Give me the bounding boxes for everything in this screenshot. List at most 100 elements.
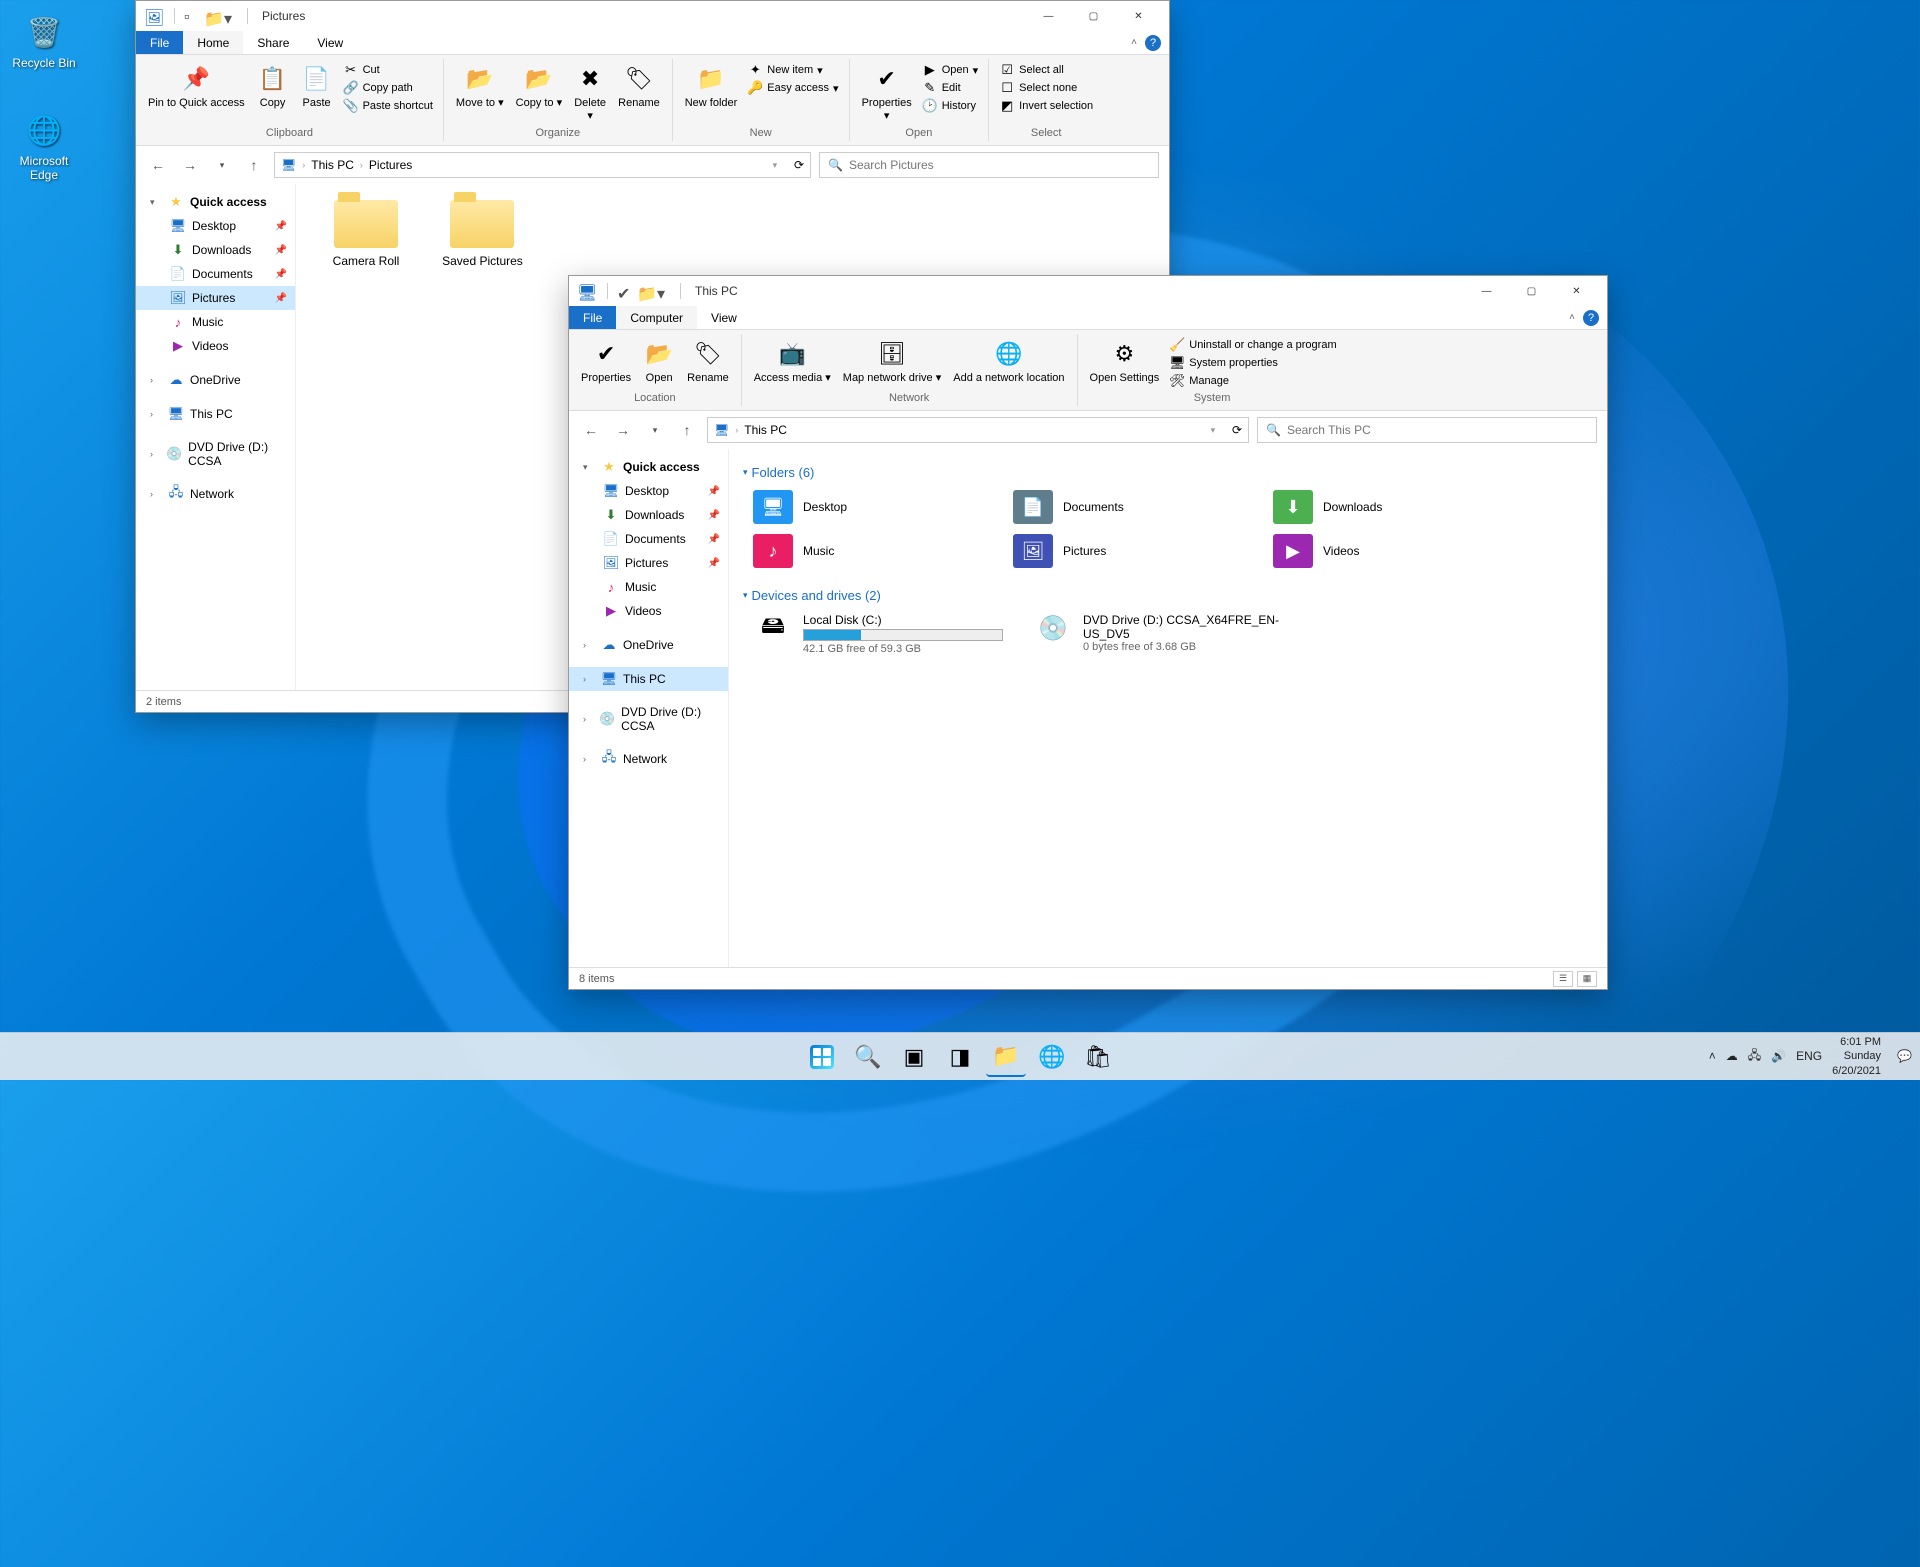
folder-saved-pictures[interactable]: Saved Pictures (432, 200, 532, 268)
properties-button[interactable]: ✔Properties (575, 336, 637, 387)
forward-button[interactable]: → (611, 418, 635, 442)
section-folders-header[interactable]: ▾Folders (6) (743, 459, 1593, 486)
desktop-icon-edge[interactable]: 🌐 Microsoft Edge (6, 106, 82, 182)
refresh-button[interactable]: ⟳ (1232, 423, 1242, 437)
nav-network[interactable]: ›🖧Network (569, 747, 728, 771)
qa-folder-icon[interactable]: 📁 (204, 9, 218, 23)
clock[interactable]: 6:01 PM Sunday 6/20/2021 (1832, 1035, 1887, 1078)
qa-save-icon[interactable]: ▫ (184, 9, 198, 23)
view-large-button[interactable]: ▦ (1577, 971, 1597, 987)
onedrive-tray-icon[interactable]: ☁ (1726, 1049, 1738, 1063)
nav-quick-access[interactable]: ▾★Quick access (136, 190, 295, 214)
open-button[interactable]: ▶Open ▾ (918, 61, 982, 79)
move-to-button[interactable]: 📂Move to ▾ (450, 61, 510, 112)
volume-tray-icon[interactable]: 🔊 (1771, 1049, 1786, 1063)
qa-dropdown-icon[interactable]: ▾ (657, 284, 671, 298)
tab-computer[interactable]: Computer (616, 306, 697, 329)
tab-home[interactable]: Home (183, 31, 243, 54)
pin-quick-access-button[interactable]: 📌Pin to Quick access (142, 61, 251, 112)
search-input[interactable]: 🔍 Search This PC (1257, 417, 1597, 443)
add-network-location-button[interactable]: 🌐Add a network location (947, 336, 1070, 387)
nav-pictures[interactable]: 🖼Pictures📌 (569, 551, 728, 575)
tab-view[interactable]: View (697, 306, 751, 329)
tab-file[interactable]: File (569, 306, 616, 329)
pc-folder-videos[interactable]: ▶Videos (1273, 534, 1503, 568)
nav-onedrive[interactable]: ›☁OneDrive (569, 633, 728, 657)
search-input[interactable]: 🔍 Search Pictures (819, 152, 1159, 178)
rename-button[interactable]: 🏷Rename (612, 61, 666, 112)
open-settings-button[interactable]: ⚙Open Settings (1084, 336, 1166, 387)
qa-dropdown-icon[interactable]: ▾ (224, 9, 238, 23)
task-view-button[interactable]: ▣ (894, 1037, 934, 1077)
tab-view[interactable]: View (303, 31, 357, 54)
addr-dropdown-icon[interactable]: ▾ (1200, 425, 1226, 436)
manage-button[interactable]: 🛠Manage (1165, 372, 1340, 390)
tray-overflow-icon[interactable]: ˄ (1709, 1049, 1716, 1063)
breadcrumb-root[interactable]: This PC (311, 158, 354, 172)
start-button[interactable] (802, 1037, 842, 1077)
nav-desktop[interactable]: 🖥Desktop📌 (136, 214, 295, 238)
open-button[interactable]: 📂Open (637, 336, 681, 387)
rename-button[interactable]: 🏷Rename (681, 336, 735, 387)
map-drive-button[interactable]: 🗄Map network drive ▾ (837, 336, 947, 387)
cut-button[interactable]: ✂Cut (339, 61, 437, 79)
back-button[interactable]: ← (146, 153, 170, 177)
system-properties-button[interactable]: 🖥System properties (1165, 354, 1340, 372)
nav-music[interactable]: ♪Music (136, 310, 295, 334)
nav-quick-access[interactable]: ▾★Quick access (569, 455, 728, 479)
notifications-icon[interactable]: 💬 (1897, 1049, 1912, 1063)
copy-path-button[interactable]: 🔗Copy path (339, 79, 437, 97)
titlebar[interactable]: 🖼 ▫ 📁 ▾ Pictures — ▢ ✕ (136, 1, 1169, 31)
paste-shortcut-button[interactable]: 📎Paste shortcut (339, 97, 437, 115)
nav-videos[interactable]: ▶Videos (136, 334, 295, 358)
tab-file[interactable]: File (136, 31, 183, 54)
select-none-button[interactable]: ☐Select none (995, 79, 1097, 97)
view-details-button[interactable]: ☰ (1553, 971, 1573, 987)
refresh-button[interactable]: ⟳ (794, 158, 804, 172)
recent-dropdown[interactable]: ▾ (643, 418, 667, 442)
search-button[interactable]: 🔍 (848, 1037, 888, 1077)
edit-button[interactable]: ✎Edit (918, 79, 982, 97)
breadcrumb-leaf[interactable]: Pictures (369, 158, 412, 172)
qa-props-icon[interactable]: ✔ (617, 284, 631, 298)
drive-local-disk-c[interactable]: 🖴 Local Disk (C:) 42.1 GB free of 59.3 G… (753, 613, 1003, 655)
up-button[interactable]: ↑ (675, 418, 699, 442)
close-button[interactable]: ✕ (1554, 276, 1599, 306)
collapse-ribbon-icon[interactable]: ˄ (1131, 37, 1137, 48)
paste-button[interactable]: 📄Paste (295, 61, 339, 112)
uninstall-button[interactable]: 🧹Uninstall or change a program (1165, 336, 1340, 354)
nav-videos[interactable]: ▶Videos (569, 599, 728, 623)
nav-thispc[interactable]: ›🖥This PC (136, 402, 295, 426)
recent-dropdown[interactable]: ▾ (210, 153, 234, 177)
copy-button[interactable]: 📋Copy (251, 61, 295, 112)
section-drives-header[interactable]: ▾Devices and drives (2) (743, 582, 1593, 609)
tab-share[interactable]: Share (243, 31, 303, 54)
history-button[interactable]: 🕑History (918, 97, 982, 115)
minimize-button[interactable]: — (1464, 276, 1509, 306)
edge-button[interactable]: 🌐 (1032, 1037, 1072, 1077)
nav-dvd[interactable]: ›💿DVD Drive (D:) CCSA (136, 436, 295, 472)
titlebar[interactable]: 🖥 ✔ 📁 ▾ This PC — ▢ ✕ (569, 276, 1607, 306)
store-button[interactable]: 🛍 (1078, 1037, 1118, 1077)
nav-music[interactable]: ♪Music (569, 575, 728, 599)
address-bar[interactable]: 🖥 › This PC ▾ ⟳ (707, 417, 1249, 443)
address-bar[interactable]: 🖥 › This PC › Pictures ▾ ⟳ (274, 152, 811, 178)
pc-folder-desktop[interactable]: 🖥Desktop (753, 490, 983, 524)
pc-folder-documents[interactable]: 📄Documents (1013, 490, 1243, 524)
nav-dvd[interactable]: ›💿DVD Drive (D:) CCSA (569, 701, 728, 737)
delete-button[interactable]: ✖Delete▾ (568, 61, 612, 125)
nav-documents[interactable]: 📄Documents📌 (569, 527, 728, 551)
forward-button[interactable]: → (178, 153, 202, 177)
addr-dropdown-icon[interactable]: ▾ (762, 160, 788, 171)
minimize-button[interactable]: — (1026, 1, 1071, 31)
properties-button[interactable]: ✔Properties▾ (856, 61, 918, 125)
back-button[interactable]: ← (579, 418, 603, 442)
qa-folder-icon[interactable]: 📁 (637, 284, 651, 298)
maximize-button[interactable]: ▢ (1071, 1, 1116, 31)
help-icon[interactable]: ? (1145, 35, 1161, 51)
language-indicator[interactable]: ENG (1796, 1049, 1822, 1063)
close-button[interactable]: ✕ (1116, 1, 1161, 31)
new-item-button[interactable]: ✦New item ▾ (743, 61, 842, 79)
pc-folder-music[interactable]: ♪Music (753, 534, 983, 568)
nav-pictures[interactable]: 🖼Pictures📌 (136, 286, 295, 310)
